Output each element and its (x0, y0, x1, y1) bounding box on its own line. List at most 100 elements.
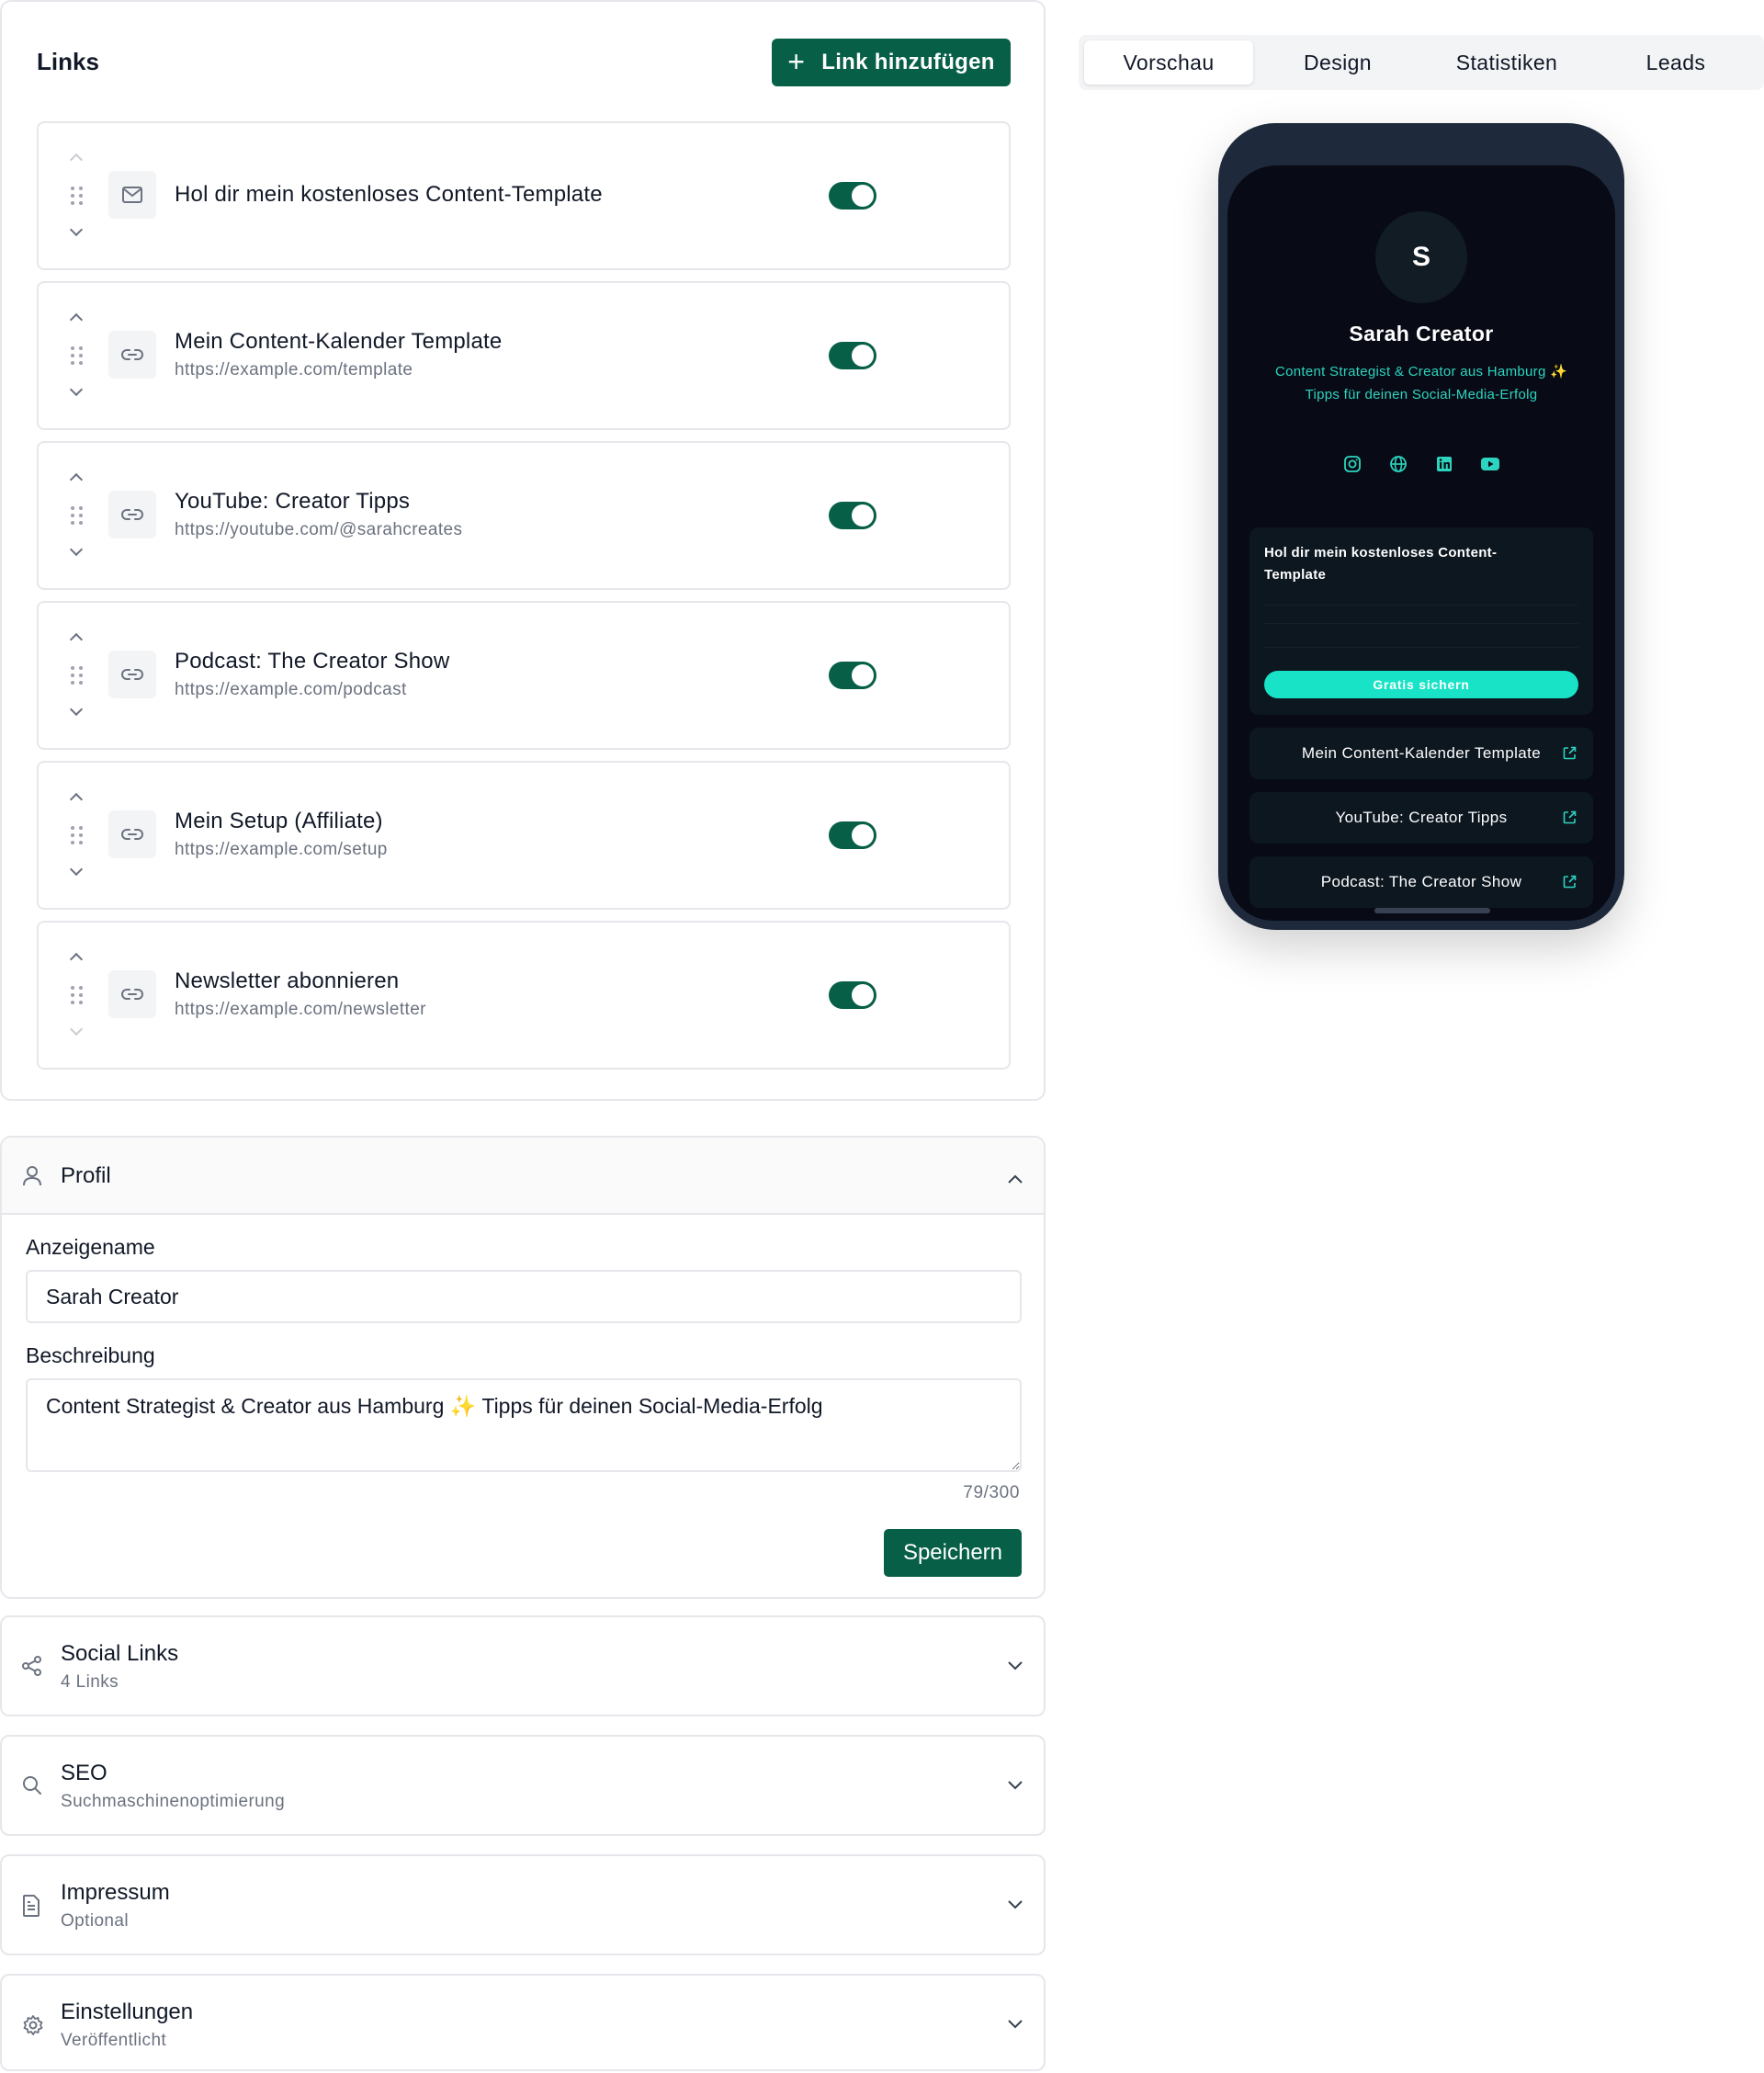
move-down-button[interactable] (62, 862, 90, 882)
profil-header[interactable]: Profil (2, 1138, 1044, 1215)
preview-link-label: Podcast: The Creator Show (1320, 873, 1522, 890)
preview-lead-button[interactable]: Gratis sichern (1264, 671, 1578, 698)
preview-link-button[interactable]: Podcast: The Creator Show (1250, 856, 1593, 908)
preview-link-label: YouTube: Creator Tipps (1335, 809, 1508, 826)
chevron-up-icon (1007, 1172, 1023, 1189)
drag-handle[interactable] (62, 504, 90, 527)
move-up-button[interactable] (62, 147, 90, 167)
link-item: Mein Content-Kalender Template https://e… (37, 281, 1011, 430)
character-counter: 79/300 (963, 1483, 1020, 1502)
preview-link-button[interactable]: Mein Content-Kalender Template (1250, 728, 1593, 779)
move-up-button[interactable] (62, 627, 90, 647)
mail-icon (108, 171, 156, 219)
link-title: Hol dir mein kostenloses Content-Templat… (175, 182, 603, 207)
move-up-button[interactable] (62, 307, 90, 327)
section-subtitle: 4 Links (61, 1672, 119, 1692)
drag-handle[interactable] (62, 983, 90, 1007)
link-title: Mein Setup (Affiliate) (175, 809, 383, 833)
drag-handle[interactable] (62, 663, 90, 687)
link-title: Podcast: The Creator Show (175, 649, 450, 674)
link-enabled-toggle[interactable] (829, 182, 876, 210)
link-title: Newsletter abonnieren (175, 969, 400, 993)
chevron-down-icon (1007, 2018, 1023, 2034)
drag-handle[interactable] (62, 184, 90, 208)
link-item: Newsletter abonnieren https://example.co… (37, 921, 1011, 1070)
chevron-down-icon (1007, 1898, 1023, 1915)
grip-icon (70, 986, 83, 1004)
avatar: S (1375, 211, 1467, 303)
link-url: https://example.com/podcast (175, 680, 407, 699)
section-title: Social Links (61, 1641, 179, 1666)
section-subtitle: Suchmaschinenoptimierung (61, 1792, 286, 1811)
link-enabled-toggle[interactable] (829, 821, 876, 849)
phone-screen: S Sarah Creator Content Strategist & Cre… (1227, 165, 1615, 921)
tab-vorschau[interactable]: Vorschau (1084, 40, 1253, 85)
move-up-button[interactable] (62, 467, 90, 487)
section-social-links[interactable]: Social Links 4 Links (0, 1615, 1046, 1716)
tab-leads[interactable]: Leads (1591, 40, 1760, 85)
phone-preview-frame: S Sarah Creator Content Strategist & Cre… (1218, 123, 1624, 930)
toggle-knob (852, 824, 874, 846)
link-enabled-toggle[interactable] (829, 662, 876, 689)
move-down-button[interactable] (62, 222, 90, 243)
link-url: https://example.com/setup (175, 840, 388, 859)
drag-handle[interactable] (62, 344, 90, 368)
display-name-label: Anzeigename (26, 1235, 155, 1259)
move-down-button[interactable] (62, 702, 90, 722)
add-link-button[interactable]: + Link hinzufügen (772, 39, 1011, 86)
chevron-up-icon (69, 472, 84, 487)
chevron-up-icon (69, 312, 84, 327)
section-seo[interactable]: SEO Suchmaschinenoptimierung (0, 1735, 1046, 1836)
reorder-controls (62, 627, 90, 726)
reorder-controls (62, 787, 90, 886)
profil-card: Profil Anzeigename Beschreibung Content … (0, 1136, 1046, 1599)
section-einstellungen[interactable]: Einstellungen Veröffentlicht (0, 1974, 1046, 2071)
link-icon (108, 651, 156, 698)
move-down-button[interactable] (62, 1022, 90, 1042)
divider (1264, 647, 1578, 648)
preview-lead-title: Hol dir mein kostenloses Content-Templat… (1264, 545, 1498, 583)
tab-statistiken[interactable]: Statistiken (1422, 40, 1591, 85)
toggle-knob (852, 185, 874, 207)
globe-icon[interactable] (1385, 450, 1412, 478)
preview-link-button[interactable]: YouTube: Creator Tipps (1250, 792, 1593, 844)
move-down-button[interactable] (62, 382, 90, 402)
chevron-down-icon (69, 542, 84, 557)
gear-icon (22, 2014, 44, 2041)
save-button[interactable]: Speichern (884, 1529, 1022, 1577)
reorder-controls (62, 467, 90, 566)
link-title: YouTube: Creator Tipps (175, 489, 411, 514)
external-link-icon (1563, 875, 1577, 893)
links-title: Links (37, 48, 99, 75)
link-enabled-toggle[interactable] (829, 502, 876, 529)
move-up-button[interactable] (62, 787, 90, 807)
move-up-button[interactable] (62, 946, 90, 967)
chevron-down-icon (69, 222, 84, 237)
linkedin-icon[interactable] (1430, 450, 1458, 478)
section-impressum[interactable]: Impressum Optional (0, 1854, 1046, 1955)
instagram-icon[interactable] (1339, 450, 1366, 478)
document-icon (22, 1895, 40, 1921)
add-link-button-label: Link hinzufügen (821, 50, 995, 74)
move-down-button[interactable] (62, 542, 90, 562)
link-url: https://example.com/newsletter (175, 1000, 426, 1019)
link-enabled-toggle[interactable] (829, 981, 876, 1009)
section-title: Impressum (61, 1880, 170, 1905)
link-url: https://example.com/template (175, 360, 413, 379)
preview-bio-line: Content Strategist & Creator aus Hamburg… (1274, 364, 1568, 379)
chevron-down-icon (69, 702, 84, 717)
drag-handle[interactable] (62, 823, 90, 847)
grip-icon (70, 346, 83, 365)
links-card: Links + Link hinzufügen Hol dir mein kos… (0, 0, 1046, 1101)
description-textarea[interactable]: Content Strategist & Creator aus Hamburg… (26, 1378, 1022, 1472)
home-indicator (1374, 908, 1490, 913)
youtube-icon[interactable] (1476, 450, 1504, 478)
display-name-input[interactable] (26, 1270, 1022, 1323)
grip-icon (70, 666, 83, 685)
external-link-icon (1563, 746, 1577, 765)
search-icon (22, 1775, 42, 1800)
link-title: Mein Content-Kalender Template (175, 329, 503, 354)
link-enabled-toggle[interactable] (829, 342, 876, 369)
tab-design[interactable]: Design (1253, 40, 1422, 85)
divider (1264, 605, 1578, 606)
